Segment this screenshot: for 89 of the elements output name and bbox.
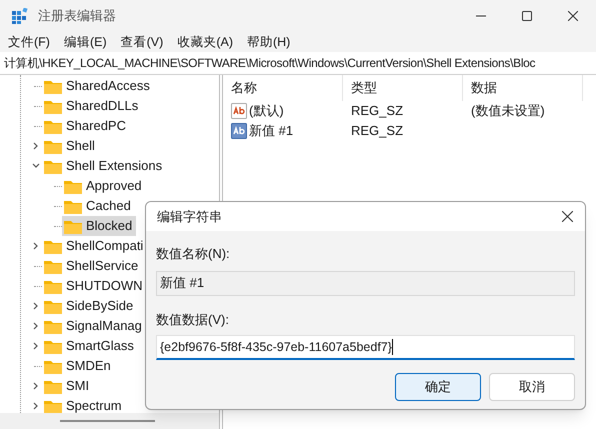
tree-item-label: SharedPC [66, 117, 126, 136]
tree-item[interactable]: Blocked [62, 216, 136, 236]
chevron-right-icon[interactable] [32, 402, 40, 410]
dialog-button[interactable]: 取消 [489, 373, 575, 401]
menu-item[interactable]: 编辑(E) [64, 32, 107, 52]
window-title: 注册表编辑器 [38, 7, 116, 26]
tree-item[interactable]: ShellCompati [42, 236, 148, 256]
menu-item[interactable]: 文件(F) [8, 32, 50, 52]
chevron-right-icon[interactable] [32, 342, 40, 350]
tree-item-label: SideBySide [66, 297, 134, 316]
field-label: 数值名称(N): [156, 245, 231, 263]
tree-item[interactable]: Shell [42, 136, 99, 156]
folder-icon [44, 98, 62, 114]
tree-item-label: SMI [66, 377, 90, 396]
column-header[interactable]: 类型 [343, 75, 463, 101]
folder-icon [44, 398, 62, 414]
folder-icon [44, 118, 62, 134]
tree-item-label: ShellCompati [66, 237, 144, 256]
folder-icon [44, 298, 62, 314]
folder-icon [64, 178, 82, 194]
tree-item-label: SharedAccess [66, 77, 150, 96]
tree-item-label: SignalManag [66, 317, 142, 336]
tree-item[interactable]: SHUTDOWN [42, 276, 147, 296]
tree-item[interactable]: ShellService [42, 256, 142, 276]
folder-icon [64, 218, 82, 234]
maximize-icon [522, 11, 532, 21]
close-icon [568, 11, 578, 21]
tree-item[interactable]: SharedDLLs [42, 96, 142, 116]
menu-item[interactable]: 查看(V) [120, 32, 164, 52]
chevron-right-icon[interactable] [32, 242, 40, 250]
tree-item[interactable]: SharedAccess [42, 76, 154, 96]
tree-item[interactable]: Cached [62, 196, 135, 216]
name-field[interactable]: 新值 #1 [156, 270, 575, 296]
scrollbar-thumb[interactable] [60, 420, 155, 422]
tree-item[interactable]: SmartGlass [42, 336, 138, 356]
chevron-right-icon[interactable] [32, 322, 40, 330]
dialog-button[interactable]: 确定 [395, 373, 481, 401]
tree-item-label: SMDEn [66, 357, 111, 376]
tree-item[interactable]: Approved [62, 176, 146, 196]
tree-item-label: SmartGlass [66, 337, 134, 356]
chevron-right-icon[interactable] [32, 302, 40, 310]
folder-icon [44, 378, 62, 394]
string-value-icon [231, 103, 247, 119]
folder-icon [44, 318, 62, 334]
tree-item-label: Shell [66, 137, 95, 156]
chevron-right-icon[interactable] [32, 382, 40, 390]
tree-item-label: Spectrum [66, 397, 122, 416]
column-header[interactable]: 数据 [463, 75, 583, 101]
folder-icon [44, 338, 62, 354]
registry-icon [12, 8, 28, 24]
table-cell-text: (默认) [249, 102, 284, 120]
tree-item-label: Approved [86, 177, 142, 196]
tree-item[interactable]: SharedPC [42, 116, 130, 136]
folder-icon [44, 278, 62, 294]
field-value: {e2bf9676-5f8f-435c-97eb-11607a5bedf7} [160, 338, 392, 356]
tree-item-label: SharedDLLs [66, 97, 138, 116]
tree-item-label: SHUTDOWN [66, 277, 143, 296]
tree-item-label: ShellService [66, 257, 138, 276]
tree-item[interactable]: SideBySide [42, 296, 138, 316]
tree-item[interactable]: Spectrum [42, 396, 126, 416]
tree-item[interactable]: Shell Extensions [42, 156, 166, 176]
folder-icon [44, 258, 62, 274]
tree-item-label: Shell Extensions [66, 157, 162, 176]
tree-item-label: Blocked [86, 217, 132, 236]
folder-icon [44, 158, 62, 174]
tree-item[interactable]: SMDEn [42, 356, 115, 376]
folder-icon [44, 358, 62, 374]
table-cell-text: 新值 #1 [249, 122, 294, 140]
close-icon [562, 211, 572, 222]
data-field[interactable]: {e2bf9676-5f8f-435c-97eb-11607a5bedf7} [156, 335, 575, 360]
menu-item[interactable]: 收藏夹(A) [177, 32, 233, 52]
field-label: 数值数据(V): [156, 310, 230, 329]
folder-icon [44, 238, 62, 254]
chevron-down-icon[interactable] [32, 162, 40, 170]
string-value-icon [231, 123, 247, 139]
column-header[interactable]: 名称 [223, 75, 343, 101]
tree-item[interactable]: SMI [42, 376, 94, 396]
table-cell-text: (数值未设置) [470, 102, 545, 120]
tree-item[interactable]: SignalManag [42, 316, 146, 336]
menu-item[interactable]: 帮助(H) [246, 32, 290, 52]
dialog-title: 编辑字符串 [157, 208, 222, 226]
table-cell-text: REG_SZ [350, 102, 404, 120]
horizontal-scrollbar[interactable] [0, 413, 219, 429]
folder-icon [44, 138, 62, 154]
tree-item-label: Cached [86, 197, 131, 216]
table-cell-text: REG_SZ [350, 122, 404, 140]
folder-icon [44, 78, 62, 94]
chevron-right-icon[interactable] [32, 142, 40, 150]
folder-icon [64, 198, 82, 214]
